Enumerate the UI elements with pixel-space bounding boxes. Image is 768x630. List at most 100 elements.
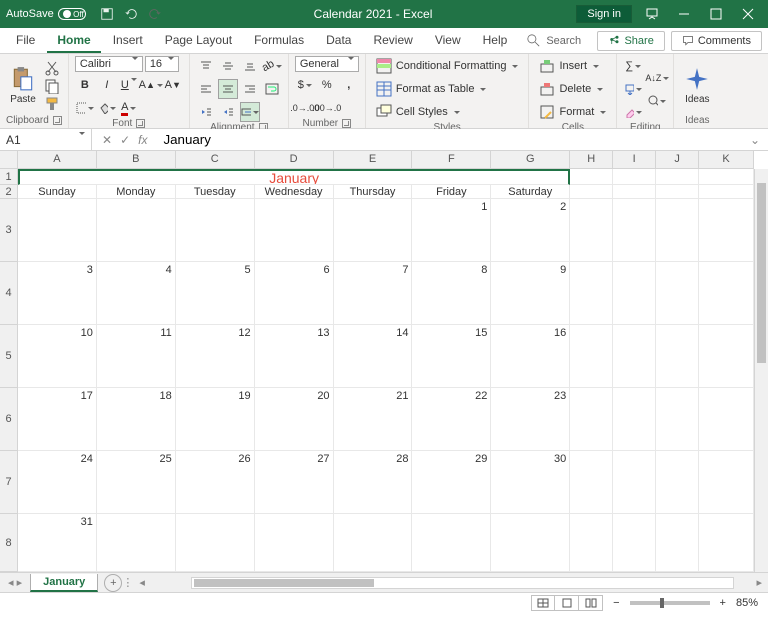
row-header[interactable]: 8 [0,514,17,572]
share-button[interactable]: Share [597,31,664,51]
fill-button[interactable] [623,79,643,99]
column-header[interactable]: J [656,151,699,168]
autosave-toggle[interactable]: AutoSave Off [0,8,92,20]
cell[interactable] [491,514,570,572]
cell[interactable] [613,325,656,388]
cell[interactable]: 26 [176,451,255,514]
sheet-tab-active[interactable]: January [30,574,98,592]
row-header[interactable]: 2 [0,185,17,199]
cell[interactable]: 25 [97,451,176,514]
tab-view[interactable]: View [425,29,471,53]
row-header[interactable]: 7 [0,451,17,514]
decrease-indent-button[interactable] [196,102,216,122]
cell[interactable] [570,388,613,451]
hscroll-left-icon[interactable]: ◂ [133,576,151,589]
cell[interactable]: 31 [18,514,97,572]
cell[interactable]: Sunday [18,185,97,199]
increase-font-button[interactable]: A▲ [141,75,161,95]
hscroll-right-icon[interactable]: ▸ [750,576,768,589]
cell[interactable] [613,262,656,325]
enter-formula-icon[interactable]: ✓ [120,133,130,147]
page-layout-view-button[interactable] [555,595,579,611]
minimize-icon[interactable] [678,8,690,20]
cell[interactable]: 12 [176,325,255,388]
cell[interactable]: Wednesday [255,185,334,199]
decrease-font-button[interactable]: A▼ [163,75,183,95]
font-color-button[interactable]: A [119,98,139,118]
column-header[interactable]: E [334,151,413,168]
orientation-button[interactable]: ab [262,56,282,76]
row-header[interactable]: 6 [0,388,17,451]
tab-formulas[interactable]: Formulas [244,29,314,53]
cells-area[interactable]: JanuarySundayMondayTuesdayWednesdayThurs… [18,169,754,572]
cell[interactable] [656,451,699,514]
cell[interactable]: 27 [255,451,334,514]
dialog-launcher-icon[interactable] [53,116,62,125]
row-header[interactable]: 1 [0,169,17,185]
normal-view-button[interactable] [531,595,555,611]
cell[interactable]: 10 [18,325,97,388]
cell[interactable] [334,514,413,572]
cell[interactable] [334,199,413,262]
column-header[interactable]: I [613,151,656,168]
row-header[interactable]: 3 [0,199,17,262]
cell-styles-button[interactable]: Cell Styles [372,102,523,122]
vertical-scrollbar[interactable] [754,169,768,572]
name-box[interactable]: A1 [0,129,92,150]
zoom-slider[interactable] [630,601,710,605]
column-header[interactable]: B [97,151,176,168]
cell[interactable] [613,185,656,199]
new-sheet-button[interactable]: + [104,574,122,592]
cell[interactable]: 13 [255,325,334,388]
cell[interactable]: 3 [18,262,97,325]
cell[interactable]: 5 [176,262,255,325]
cell[interactable]: 4 [97,262,176,325]
cell[interactable] [176,199,255,262]
autosum-button[interactable]: ∑ [623,56,643,76]
formula-input[interactable] [157,129,741,150]
cell[interactable]: 11 [97,325,176,388]
search-box[interactable]: Search [519,34,589,47]
cell[interactable] [570,451,613,514]
sort-filter-button[interactable]: A↓Z [647,68,667,88]
format-as-table-button[interactable]: Format as Table [372,79,523,99]
cancel-formula-icon[interactable]: ✕ [102,133,112,147]
spreadsheet-grid[interactable]: ABCDEFGHIJK 12345678 JanuarySundayMonday… [0,151,768,572]
undo-icon[interactable] [124,7,138,21]
column-header[interactable]: C [176,151,255,168]
comments-button[interactable]: Comments [671,31,762,51]
cell[interactable] [176,514,255,572]
close-icon[interactable] [742,8,754,20]
cell[interactable]: 30 [491,451,570,514]
cell[interactable] [255,199,334,262]
bold-button[interactable]: B [75,75,95,95]
cell[interactable] [97,199,176,262]
underline-button[interactable]: U [119,75,139,95]
percent-button[interactable]: % [317,75,337,95]
cell[interactable]: 16 [491,325,570,388]
find-select-button[interactable] [647,91,667,111]
tab-data[interactable]: Data [316,29,361,53]
cut-icon[interactable] [44,60,60,76]
cell[interactable] [570,169,613,185]
zoom-out-button[interactable]: − [613,597,619,609]
format-cells-button[interactable]: Format [535,102,610,122]
cell[interactable]: January [18,169,570,185]
cell[interactable] [613,388,656,451]
cell[interactable] [613,514,656,572]
dialog-launcher-icon[interactable] [342,119,351,128]
page-break-view-button[interactable] [579,595,603,611]
decrease-decimal-button[interactable]: .00→.0 [317,98,337,118]
align-bottom-button[interactable] [240,56,260,76]
maximize-icon[interactable] [710,8,722,20]
tab-help[interactable]: Help [473,29,518,53]
cell[interactable] [656,514,699,572]
tab-review[interactable]: Review [363,29,422,53]
cell[interactable] [570,199,613,262]
cell[interactable] [656,199,699,262]
tab-insert[interactable]: Insert [103,29,153,53]
scrollbar-thumb[interactable] [757,183,766,363]
tab-home[interactable]: Home [47,29,100,53]
column-headers[interactable]: ABCDEFGHIJK [18,151,754,169]
cell[interactable]: 22 [412,388,491,451]
